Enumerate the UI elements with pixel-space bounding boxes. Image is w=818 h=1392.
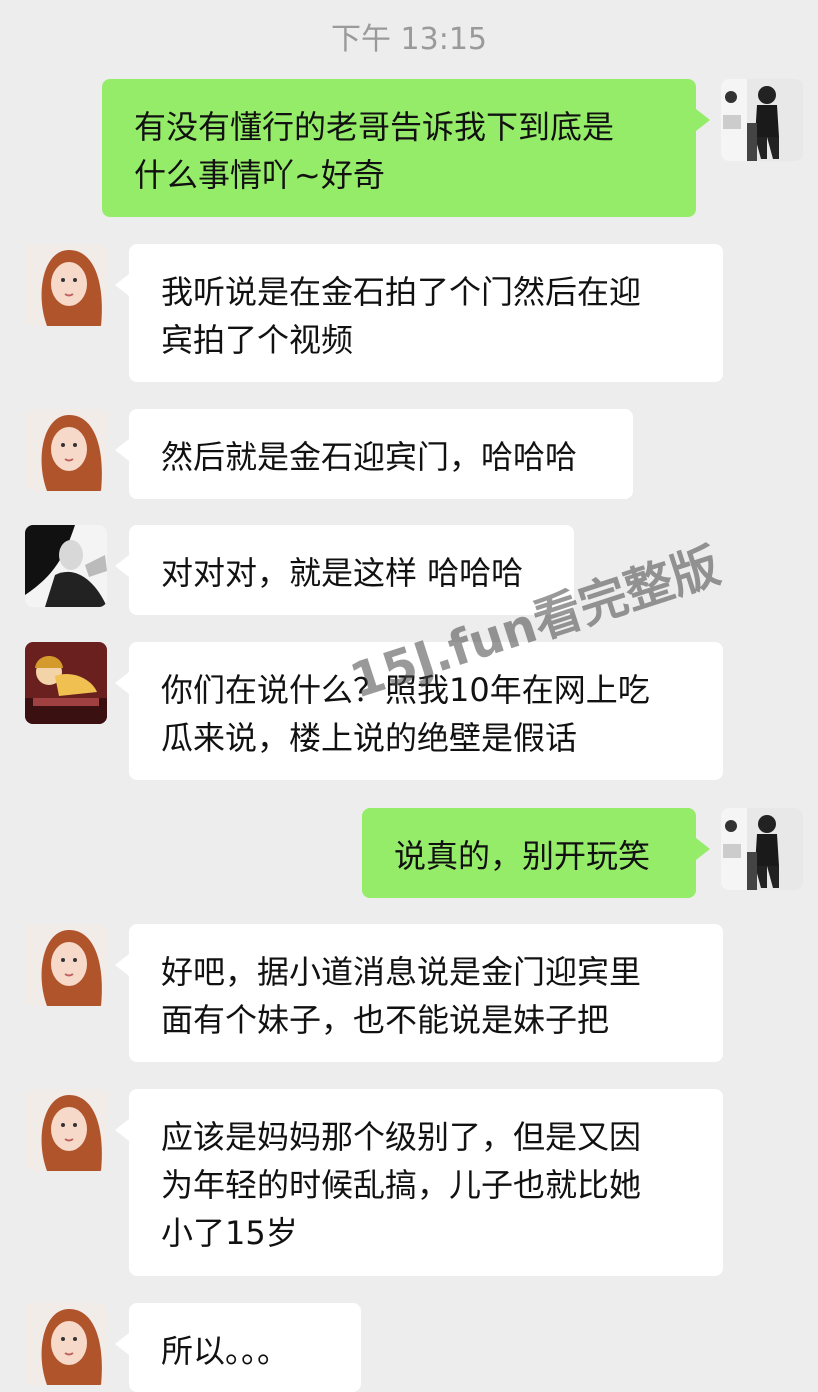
message-bubble-incoming[interactable]: 应该是妈妈那个级别了，但是又因 为年轻的时候乱搞，儿子也就比她 小了15岁: [115, 1089, 723, 1276]
avatar-girl-red-hair[interactable]: [25, 1303, 107, 1385]
timestamp: 下午 13:15: [331, 22, 487, 57]
avatar-girl-red-hair[interactable]: [25, 244, 107, 326]
message-bubble-incoming[interactable]: 我听说是在金石拍了个门然后在迎 宾拍了个视频: [115, 244, 723, 382]
avatar-girl-red-hair[interactable]: [25, 924, 107, 1006]
avatar-cartoon-girl[interactable]: [25, 642, 107, 724]
self-avatar[interactable]: [721, 79, 803, 161]
message-bubble-incoming[interactable]: 对对对，就是这样 哈哈哈: [115, 525, 574, 615]
avatar-girl-red-hair[interactable]: [25, 1089, 107, 1171]
message-bubble-outgoing[interactable]: 说真的，别开玩笑: [362, 808, 710, 898]
avatar-girl-black-white[interactable]: [25, 525, 107, 607]
message-bubble-incoming[interactable]: 好吧，据小道消息说是金门迎宾里 面有个妹子，也不能说是妹子把: [115, 924, 723, 1062]
message-bubble-incoming[interactable]: 所以。。。: [115, 1303, 361, 1392]
self-avatar[interactable]: [721, 808, 803, 890]
message-bubble-incoming[interactable]: 你们在说什么？照我10年在网上吃 瓜来说，楼上说的绝壁是假话: [115, 642, 723, 780]
avatar-girl-red-hair[interactable]: [25, 409, 107, 491]
message-bubble-incoming[interactable]: 然后就是金石迎宾门，哈哈哈: [115, 409, 633, 499]
message-bubble-outgoing[interactable]: 有没有懂行的老哥告诉我下到底是 什么事情吖~好奇: [102, 79, 710, 217]
